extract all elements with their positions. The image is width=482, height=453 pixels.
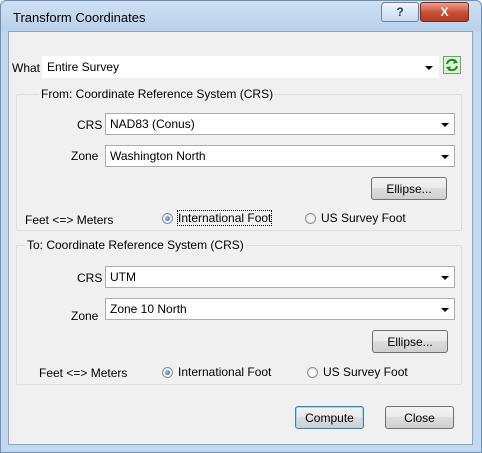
from-radio-international[interactable]: International Foot xyxy=(162,210,273,226)
from-radio-international-label: International Foot xyxy=(176,210,273,226)
from-units-label: Feet <=> Meters xyxy=(25,213,114,227)
from-radio-us-label: US Survey Foot xyxy=(321,211,406,225)
to-crs-label: CRS xyxy=(77,271,103,285)
close-window-button[interactable]: X xyxy=(420,2,469,22)
dialog-body: What Entire Survey From: Coordinate Refe… xyxy=(8,31,473,445)
refresh-icon[interactable] xyxy=(443,56,461,74)
to-radio-international[interactable]: International Foot xyxy=(162,365,271,379)
from-group-title: From: Coordinate Reference System (CRS) xyxy=(39,87,276,101)
title-bar[interactable]: Transform Coordinates ? X xyxy=(1,1,481,31)
chevron-down-icon xyxy=(441,276,449,280)
to-group-title: To: Coordinate Reference System (CRS) xyxy=(25,238,246,252)
chevron-down-icon xyxy=(441,123,449,127)
from-zone-select[interactable]: Washington North xyxy=(105,145,455,167)
to-radio-us[interactable]: US Survey Foot xyxy=(307,365,408,379)
from-zone-label: Zone xyxy=(71,149,99,163)
chevron-down-icon xyxy=(441,308,449,312)
compute-button[interactable]: Compute xyxy=(295,406,364,429)
radio-selected-icon xyxy=(162,212,173,224)
dialog-window: Transform Coordinates ? X What Entire Su… xyxy=(0,0,482,453)
to-zone-value: Zone 10 North xyxy=(110,302,187,316)
to-radio-international-label: International Foot xyxy=(178,365,272,379)
to-crs-value: UTM xyxy=(110,270,136,284)
from-crs-label: CRS xyxy=(77,118,103,132)
close-button[interactable]: Close xyxy=(385,406,454,429)
from-ellipse-button[interactable]: Ellipse... xyxy=(371,177,447,200)
chevron-down-icon xyxy=(425,66,433,70)
what-select[interactable]: Entire Survey xyxy=(42,56,439,78)
what-label: What xyxy=(12,61,41,75)
from-crs-select[interactable]: NAD83 (Conus) xyxy=(105,113,455,135)
radio-selected-icon xyxy=(162,366,173,378)
to-units-label: Feet <=> Meters xyxy=(39,366,128,380)
radio-unselected-icon xyxy=(307,366,318,378)
from-zone-value: Washington North xyxy=(110,149,206,163)
to-zone-label: Zone xyxy=(71,309,99,323)
help-button[interactable]: ? xyxy=(381,2,419,22)
radio-unselected-icon xyxy=(305,212,316,224)
to-crs-select[interactable]: UTM xyxy=(105,266,455,288)
to-ellipse-button[interactable]: Ellipse... xyxy=(372,330,448,353)
from-radio-us[interactable]: US Survey Foot xyxy=(305,211,406,225)
from-crs-value: NAD83 (Conus) xyxy=(110,117,195,131)
to-radio-us-label: US Survey Foot xyxy=(323,365,408,379)
what-value: Entire Survey xyxy=(47,60,120,74)
to-zone-select[interactable]: Zone 10 North xyxy=(105,298,455,320)
window-title: Transform Coordinates xyxy=(13,10,146,25)
chevron-down-icon xyxy=(441,155,449,159)
